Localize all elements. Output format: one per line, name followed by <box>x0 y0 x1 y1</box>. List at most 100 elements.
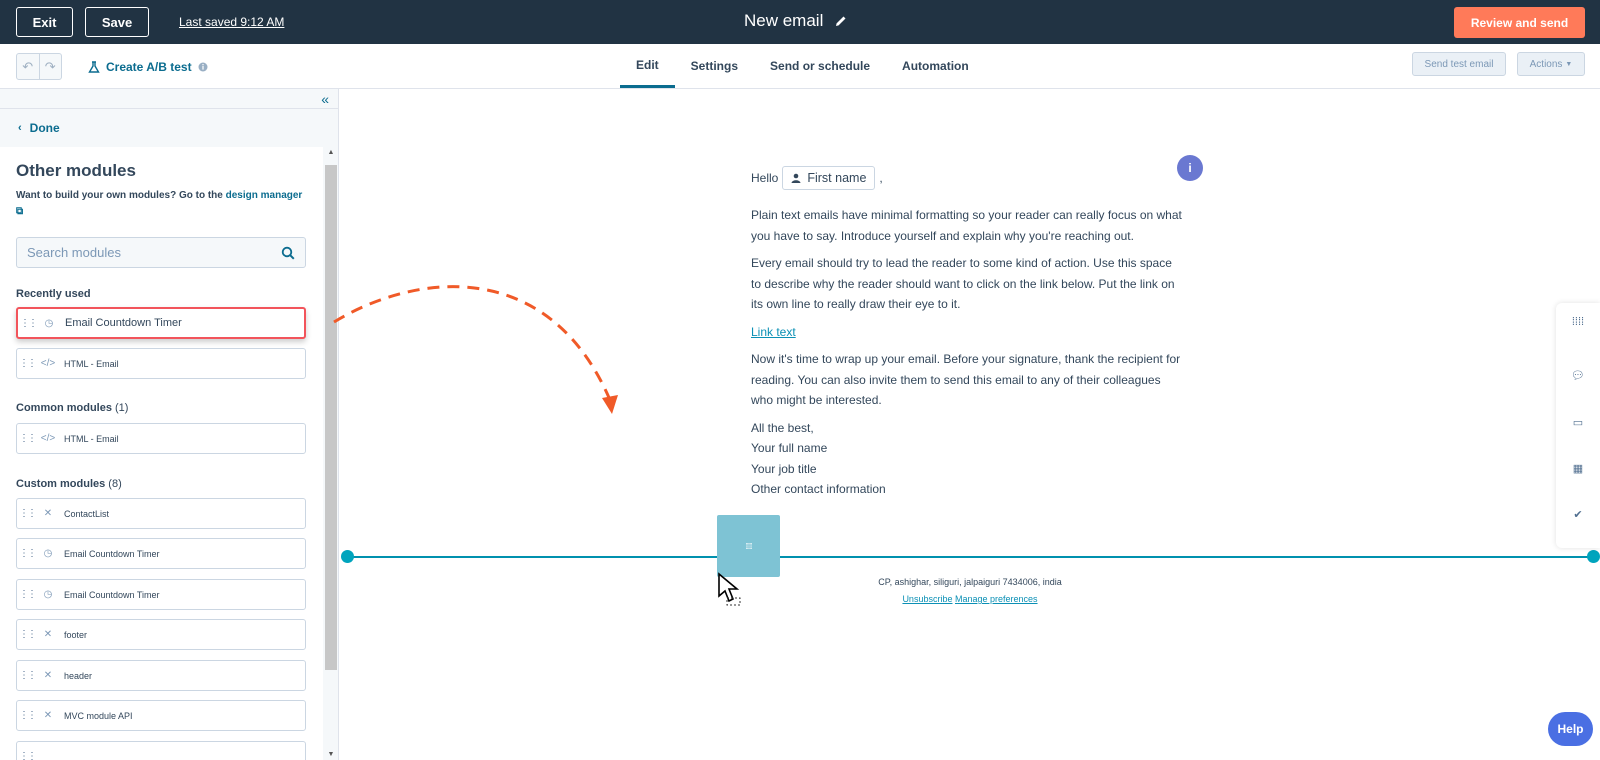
module-item[interactable]: ⋮⋮ ✕ ContactList <box>16 498 306 529</box>
send-test-email-button[interactable]: Send test email <box>1412 52 1506 76</box>
module-item[interactable]: ⋮⋮ ✕ header <box>16 660 306 691</box>
info-badge-icon[interactable]: i <box>1177 155 1203 181</box>
code-icon: </> <box>40 358 56 369</box>
greeting-comma: , <box>879 170 883 185</box>
person-icon <box>791 173 801 183</box>
window-icon[interactable]: ▭ <box>1556 416 1600 429</box>
x-icon: ✕ <box>43 508 53 519</box>
module-item[interactable]: ⋮⋮ ✕ footer <box>16 619 306 650</box>
check-circle-icon[interactable]: ✔ <box>1556 508 1600 521</box>
module-item[interactable]: ⋮⋮ ◷ Email Countdown Timer <box>16 538 306 569</box>
done-button[interactable]: ‹ Done <box>0 109 338 147</box>
module-item[interactable]: ⋮⋮ ◷ Email Countdown Timer <box>16 579 306 610</box>
paragraph-1: Plain text emails have minimal formattin… <box>751 208 1182 243</box>
x-icon: ✕ <box>43 670 53 681</box>
drag-handle-icon[interactable]: ⋮⋮ <box>19 499 37 528</box>
email-footer: CP, ashighar, siliguri, jalpaiguri 74340… <box>860 574 1080 608</box>
x-icon: ✕ <box>43 710 53 721</box>
chevron-left-icon: ‹ <box>18 122 22 134</box>
create-ab-test-button[interactable]: Create A/B test <box>88 60 208 74</box>
common-modules-heading: Common modules (1) <box>16 402 128 414</box>
sidebar-scrollbar[interactable]: ▲ ▼ <box>323 147 338 760</box>
module-item[interactable]: ⋮⋮ ✕ MVC module API <box>16 700 306 731</box>
common-modules-label: Common modules <box>16 402 112 414</box>
comment-icon[interactable]: 💬︎ <box>1556 369 1600 382</box>
external-link-icon[interactable]: ⧉ <box>16 206 23 217</box>
paragraph-3: Now it's time to wrap up your email. Bef… <box>751 352 1181 407</box>
clock-icon: ◷ <box>43 589 53 600</box>
drag-handle-icon[interactable]: ⋮⋮ <box>19 539 37 568</box>
module-panel: Other modules Want to build your own mod… <box>0 147 323 760</box>
drag-handle-icon[interactable]: ⋮⋮ <box>19 580 37 609</box>
module-item[interactable]: ⋮⋮ ◷ Email Countdown Timer <box>16 307 306 339</box>
panel-heading: Other modules <box>16 161 136 180</box>
drag-handle-icon[interactable]: ⋮⋮ <box>19 620 37 649</box>
module-item-partial[interactable]: ⋮⋮ <box>16 741 306 760</box>
signature-line-2: Your full name <box>751 441 828 455</box>
exit-button[interactable]: Exit <box>16 7 73 37</box>
module-label: Email Countdown Timer <box>65 317 182 329</box>
save-button[interactable]: Save <box>85 7 149 37</box>
email-link[interactable]: Link text <box>751 322 1183 343</box>
last-saved-link[interactable]: Last saved 9:12 AM <box>179 15 284 29</box>
info-icon[interactable] <box>198 62 208 72</box>
undo-icon[interactable]: ↶ <box>17 54 39 79</box>
drag-handle-icon[interactable]: ⋮⋮ <box>19 661 37 690</box>
collapse-sidebar-button[interactable]: « <box>0 89 338 109</box>
search-modules-input[interactable]: Search modules <box>16 237 306 268</box>
right-rail: ⁞⁞⁞⁞ 💬︎ ▭ ▦ ✔ <box>1556 303 1600 548</box>
clock-icon: ◷ <box>43 548 53 559</box>
pencil-icon[interactable] <box>835 15 847 27</box>
module-label: footer <box>64 629 88 640</box>
manage-preferences-link[interactable]: Manage preferences <box>955 594 1038 604</box>
actions-dropdown[interactable]: Actions ▼ <box>1517 52 1585 76</box>
module-label: HTML - Email <box>64 433 119 444</box>
code-icon: </> <box>40 433 56 444</box>
panel-hint: Want to build your own modules? Go to th… <box>16 188 306 220</box>
unsubscribe-link[interactable]: Unsubscribe <box>902 594 952 604</box>
editor-toolbar: ↶ ↷ Create A/B test Edit Settings Send o… <box>0 44 1600 89</box>
search-icon[interactable] <box>281 246 295 260</box>
footer-address: CP, ashighar, siliguri, jalpaiguri 74340… <box>878 577 1062 587</box>
flask-icon <box>88 61 100 73</box>
redo-icon[interactable]: ↷ <box>38 54 62 79</box>
top-bar: Exit Save Last saved 9:12 AM New email R… <box>0 0 1600 44</box>
tab-settings[interactable]: Settings <box>675 44 754 88</box>
module-label: MVC module API <box>64 710 133 721</box>
module-sidebar: « ‹ Done Other modules Want to build you… <box>0 89 339 760</box>
editor-tabs: Edit Settings Send or schedule Automatio… <box>620 44 985 88</box>
double-chevron-left-icon: « <box>321 90 329 107</box>
token-label: First name <box>807 170 867 185</box>
personalization-token[interactable]: First name <box>782 166 876 190</box>
module-label: HTML - Email <box>64 358 119 369</box>
actions-label: Actions <box>1529 58 1563 70</box>
calendar-icon[interactable]: ▦ <box>1556 462 1600 475</box>
module-item[interactable]: ⋮⋮ </> HTML - Email <box>16 348 306 379</box>
drop-indicator-dot-left <box>341 550 354 563</box>
tab-automation[interactable]: Automation <box>886 44 985 88</box>
module-label: ContactList <box>64 508 110 519</box>
greeting-text: Hello <box>751 170 779 185</box>
drag-handle-icon[interactable]: ⋮⋮ <box>19 424 37 453</box>
drag-handle-icon[interactable]: ⋮⋮ <box>19 742 37 760</box>
scroll-up-icon[interactable]: ▲ <box>323 149 338 156</box>
custom-modules-count: (8) <box>108 478 122 490</box>
drag-handle-icon[interactable]: ⋮⋮ <box>19 349 37 378</box>
dragged-module-ghost[interactable]: ⁞⁞⁞⁞⁞ <box>717 515 780 577</box>
module-item[interactable]: ⋮⋮ </> HTML - Email <box>16 423 306 454</box>
scroll-down-icon[interactable]: ▼ <box>323 751 338 758</box>
grid-dots-icon: ⁞⁞⁞⁞⁞ <box>745 541 752 551</box>
drag-handle-icon[interactable]: ⋮⋮ <box>19 701 37 730</box>
module-label: Email Countdown Timer <box>64 548 160 559</box>
recently-used-heading: Recently used <box>16 288 91 300</box>
help-button[interactable]: Help <box>1548 712 1593 746</box>
apps-grid-icon[interactable]: ⁞⁞⁞⁞ <box>1556 316 1600 328</box>
tab-send-or-schedule[interactable]: Send or schedule <box>754 44 886 88</box>
signature-line-4: Other contact information <box>751 482 886 496</box>
email-body[interactable]: Hello First name , Plain text emails hav… <box>751 166 1183 500</box>
design-manager-link[interactable]: design manager <box>226 190 303 201</box>
drag-handle-icon[interactable]: ⋮⋮ <box>20 309 38 337</box>
tab-edit[interactable]: Edit <box>620 44 675 88</box>
module-label: Email Countdown Timer <box>64 589 160 600</box>
review-and-send-button[interactable]: Review and send <box>1454 7 1585 38</box>
